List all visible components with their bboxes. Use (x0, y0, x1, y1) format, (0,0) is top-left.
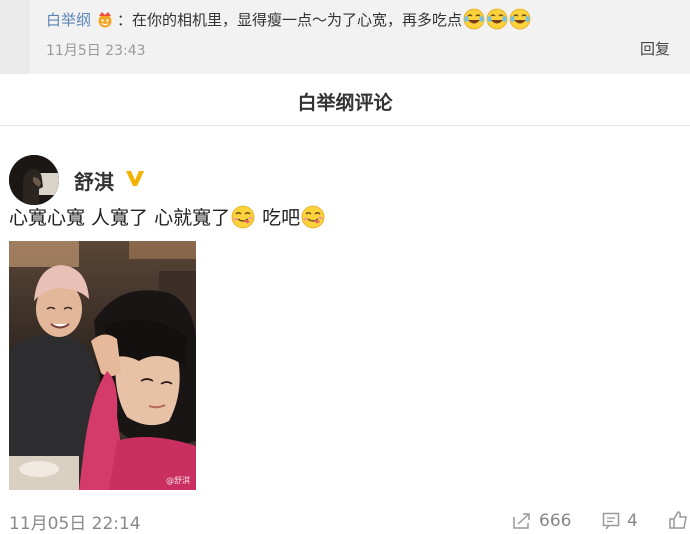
reply-item: 白举纲 ：在你的相机里，显得瘦一点～为了心宽，再多吃点 11月5日 23:43 … (0, 0, 690, 74)
laugh-cry-emoji-icon (463, 8, 485, 30)
repost-button[interactable]: 666 (512, 511, 571, 531)
yum-emoji-icon (231, 205, 255, 229)
verified-icon (126, 171, 144, 186)
comment-icon (602, 512, 620, 530)
post-text-part2: 吃吧 (256, 207, 301, 229)
reply-text: ：在你的相机里，显得瘦一点～为了心宽，再多吃点 (117, 11, 463, 29)
laugh-cry-emoji-icon (509, 8, 531, 30)
reply-timestamp: 11月5日 23:43 (46, 43, 146, 59)
avatar[interactable] (9, 155, 59, 205)
crown-badge-icon (98, 12, 112, 28)
comment-button[interactable]: 4 (602, 511, 638, 531)
repost-count: 666 (539, 511, 572, 531)
section-title: 白举纲评论 (0, 80, 690, 126)
repost-icon (513, 513, 530, 529)
laugh-cry-emoji-icon (486, 8, 508, 30)
avatar-image (9, 155, 59, 205)
yum-emoji-icon (301, 205, 325, 229)
like-icon (669, 511, 687, 529)
post-timestamp: 11月05日 22:14 (9, 514, 141, 534)
reply-content: 白举纲 ：在你的相机里，显得瘦一点～为了心宽，再多吃点 (46, 8, 531, 31)
reply-button[interactable]: 回复 (640, 38, 670, 59)
post-text-part1: 心寬心寬 人寬了 心就寬了 (9, 207, 231, 229)
reply-gutter (0, 0, 30, 74)
post-photo-image (9, 241, 196, 490)
comment-count: 4 (627, 511, 638, 531)
photo-watermark: @舒淇 (166, 476, 190, 485)
like-button[interactable] (668, 511, 690, 529)
post-username[interactable]: 舒淇 (74, 166, 114, 195)
post-photo[interactable]: @舒淇 (9, 241, 196, 490)
post-text: 心寬心寬 人寬了 心就寬了 吃吧 (9, 204, 326, 232)
reply-author-link[interactable]: 白举纲 (46, 11, 91, 29)
